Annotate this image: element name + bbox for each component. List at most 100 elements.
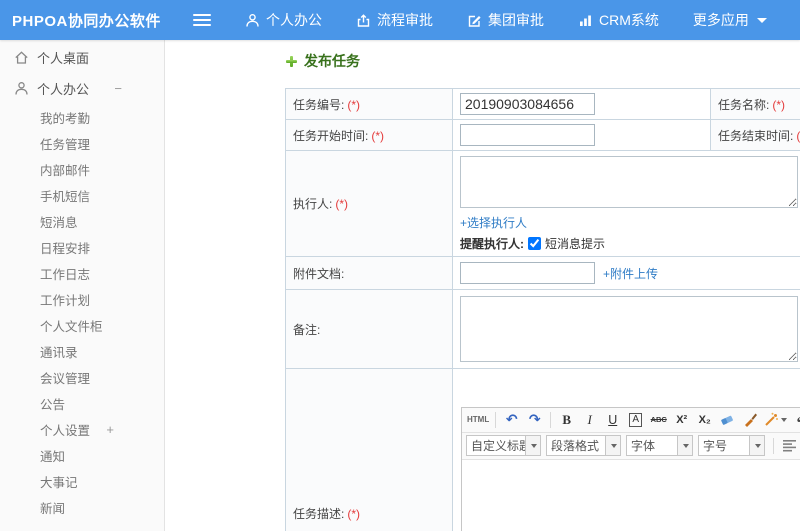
nav-more-apps[interactable]: 更多应用 — [693, 10, 767, 30]
executor-label-cell: 执行人: (*) — [285, 150, 453, 257]
nav-workflow-approval[interactable]: 流程审批 — [356, 10, 433, 30]
executor-label: 执行人: — [293, 197, 333, 211]
required-mark: (*) — [335, 197, 349, 211]
task-desc-label-cell: 任务描述: (*) — [285, 368, 453, 531]
sidebar-item-personal-settings[interactable]: 个人设置 + — [0, 416, 164, 442]
font-family-dropdown[interactable]: 字体 — [626, 435, 693, 456]
remark-label: 备注: — [293, 322, 321, 337]
required-mark: (*) — [371, 128, 385, 143]
sidebar-item-label: 内部邮件 — [40, 163, 91, 178]
table-row: 执行人: (*) +选择执行人 提醒执行人: 短消息提示 — [285, 150, 800, 257]
add-task-icon — [285, 55, 298, 68]
auto-typeset-button[interactable] — [763, 409, 788, 430]
sidebar-item-work-log[interactable]: 工作日志 — [0, 260, 164, 286]
editor-content-area[interactable] — [462, 459, 800, 531]
underline-button[interactable]: U — [602, 409, 623, 430]
sidebar-item-label: 个人文件柜 — [40, 319, 103, 334]
caret-down-icon — [605, 436, 620, 455]
auto-typeset-icon — [765, 412, 779, 426]
sidebar-item-announcement[interactable]: 公告 — [0, 390, 164, 416]
app-logo[interactable]: PHPOA协同办公软件 — [0, 10, 165, 31]
nav-personal-office[interactable]: 个人办公 — [245, 10, 322, 30]
font-size-dropdown[interactable]: 字号 — [698, 435, 765, 456]
task-form-table: 任务编号:(*) 任务名称:(*) 任务开始时间:(*) — [285, 88, 800, 531]
sidebar-item-personal-office[interactable]: 个人办公 − — [0, 73, 164, 104]
toolbar-divider — [550, 411, 552, 428]
strikethrough-button[interactable]: ABC — [648, 409, 669, 430]
sidebar-item-label: 手机短信 — [40, 189, 91, 204]
caret-down-icon — [756, 17, 767, 23]
sidebar-item-personal-desktop[interactable]: 个人桌面 — [0, 42, 164, 73]
end-time-label-cell: 任务结束时间:(*) — [710, 119, 800, 151]
undo-button[interactable]: ↶ — [501, 409, 522, 430]
sidebar-item-schedule[interactable]: 日程安排 — [0, 234, 164, 260]
app-window: PHPOA协同办公软件 个人办公 流程审批 集团审批 CRM系统 更多应用 个人… — [0, 0, 800, 531]
sidebar-menu: 个人桌面 个人办公 − 我的考勤 任务管理 内部邮件 手机短信 短消息 日程安排… — [0, 40, 165, 531]
sidebar-item-my-attendance[interactable]: 我的考勤 — [0, 104, 164, 130]
dropdown-value: 字体 — [631, 439, 656, 453]
subscript-button[interactable]: X₂ — [694, 409, 715, 430]
font-border-button[interactable]: A — [625, 409, 646, 430]
sidebar-item-meeting-management[interactable]: 会议管理 — [0, 364, 164, 390]
sidebar-item-label: 大事记 — [40, 475, 78, 490]
html-source-button[interactable]: HTML — [466, 409, 490, 430]
caret-down-icon — [749, 436, 764, 455]
sidebar-item-mobile-sms[interactable]: 手机短信 — [0, 182, 164, 208]
page-title: 发布任务 — [285, 50, 800, 72]
sidebar-item-milestones[interactable]: 大事记 — [0, 468, 164, 494]
superscript-button[interactable]: X² — [671, 409, 692, 430]
collapse-icon[interactable]: − — [114, 81, 122, 96]
sidebar-item-news[interactable]: 新闻 — [0, 494, 164, 520]
redo-button[interactable]: ↷ — [524, 409, 545, 430]
nav-crm-system[interactable]: CRM系统 — [578, 10, 659, 30]
toolbar-divider — [495, 411, 497, 428]
sidebar-item-short-message[interactable]: 短消息 — [0, 208, 164, 234]
sidebar-item-contacts[interactable]: 通讯录 — [0, 338, 164, 364]
choose-executor-link[interactable]: +选择执行人 — [460, 214, 800, 231]
dropdown-value: 字号 — [703, 439, 728, 453]
nav-label: 个人办公 — [266, 12, 322, 28]
start-time-input[interactable] — [460, 124, 595, 146]
task-name-label: 任务名称: — [718, 97, 770, 112]
paragraph-format-dropdown[interactable]: 段落格式 — [546, 435, 621, 456]
task-number-input[interactable] — [460, 93, 595, 115]
home-icon — [14, 50, 29, 65]
sidebar-item-internal-mail[interactable]: 内部邮件 — [0, 156, 164, 182]
sidebar-item-personal-files[interactable]: 个人文件柜 — [0, 312, 164, 338]
bar-chart-icon — [578, 13, 593, 28]
remind-executor-label: 提醒执行人: — [460, 237, 524, 251]
executor-textarea[interactable] — [460, 156, 798, 208]
dropdown-value: 段落格式 — [551, 439, 600, 453]
sidebar-item-label: 任务管理 — [40, 137, 91, 152]
bold-button[interactable]: B — [556, 409, 577, 430]
italic-button[interactable]: I — [579, 409, 600, 430]
sidebar-item-label: 通知 — [40, 449, 66, 464]
sidebar-item-label: 工作计划 — [40, 293, 91, 308]
task-desc-editor-cell: HTML ↶ ↷ B I U A ABC X² X₂ 自定义标 段落格式 字体 … — [452, 368, 800, 531]
rich-text-editor: HTML ↶ ↷ B I U A ABC X² X₂ 自定义标 段落格式 字体 … — [461, 406, 800, 531]
eraser-button[interactable] — [717, 409, 738, 430]
attachment-input[interactable] — [460, 262, 595, 284]
blockquote-button[interactable]: “ — [790, 409, 800, 431]
menu-toggle-icon[interactable] — [193, 13, 211, 27]
sidebar-item-notice[interactable]: 通知 — [0, 442, 164, 468]
nav-label: 流程审批 — [377, 12, 433, 28]
remark-cell — [452, 289, 800, 369]
format-brush-button[interactable] — [740, 409, 761, 430]
page-title-text: 发布任务 — [304, 53, 360, 69]
align-left-button[interactable] — [779, 435, 800, 456]
nav-group-approval[interactable]: 集团审批 — [467, 10, 544, 30]
nav-label: 更多应用 — [692, 12, 749, 28]
custom-title-dropdown[interactable]: 自定义标题 — [466, 435, 541, 456]
sidebar-item-task-management[interactable]: 任务管理 — [0, 130, 164, 156]
dropdown-value: 自定义标题 — [471, 439, 525, 453]
table-row: 附件文档: +附件上传 — [285, 256, 800, 290]
remark-textarea[interactable] — [460, 296, 798, 362]
attachment-upload-link[interactable]: +附件上传 — [603, 265, 658, 282]
required-mark: (*) — [796, 128, 800, 143]
sms-remind-checkbox[interactable] — [528, 237, 541, 250]
expand-icon[interactable]: + — [106, 422, 114, 437]
sidebar-item-work-plan[interactable]: 工作计划 — [0, 286, 164, 312]
table-row: 备注: — [285, 289, 800, 369]
align-left-icon — [782, 439, 796, 451]
